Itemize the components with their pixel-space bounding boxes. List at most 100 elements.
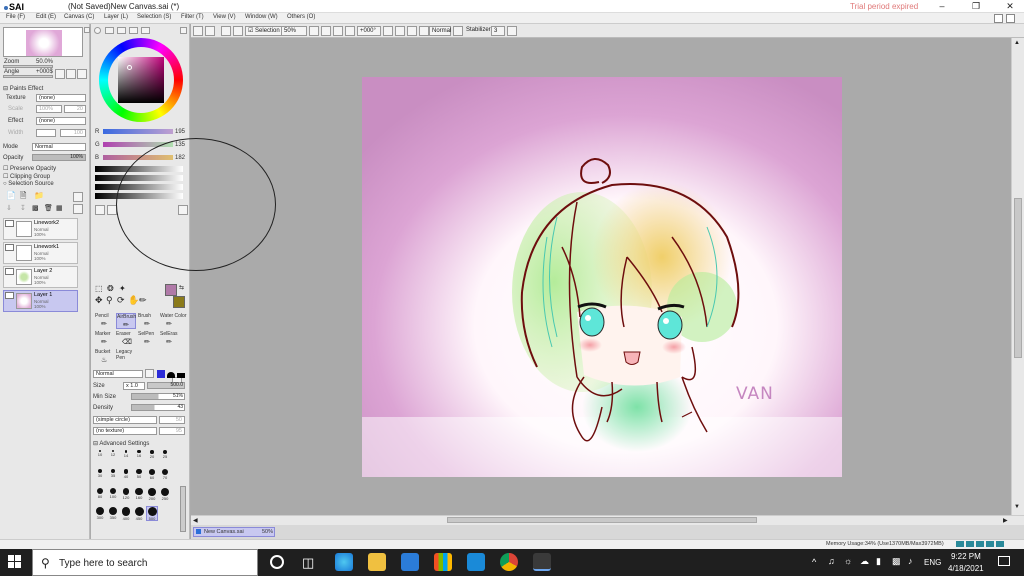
secondary-color-swatch[interactable] [173, 296, 185, 308]
tray-expand-icon[interactable]: ^ [812, 557, 816, 567]
close-doc-icon[interactable] [1006, 14, 1015, 23]
wifi-icon[interactable]: ☼ [844, 556, 852, 566]
move-icon[interactable]: ✥ [95, 295, 103, 306]
swatches-tab-icon[interactable] [129, 27, 138, 34]
layer-item-layer1[interactable]: Layer 1 Normal 100% [3, 290, 78, 312]
clock-time[interactable]: 9:22 PM [951, 552, 981, 561]
new-linework-icon[interactable]: 🗎 [20, 192, 30, 202]
clipping-group-checkbox[interactable]: ☐ Clipping Group [3, 173, 50, 180]
restore-icon[interactable] [994, 14, 1003, 23]
menu-filter[interactable]: Filter (T) [181, 14, 204, 20]
rotate-tool-icon[interactable]: ⟳ [117, 295, 125, 306]
preserve-opacity-checkbox[interactable]: ☐ Preserve Opacity [3, 165, 56, 172]
nav-rotate-icon[interactable] [66, 69, 76, 79]
brush-preset[interactable]: 30 [95, 469, 105, 482]
layer-item-linework2[interactable]: Linework2 Normal 100% [3, 218, 78, 240]
windows-start-icon[interactable] [8, 555, 22, 569]
color-panel-pin-icon[interactable] [180, 27, 187, 34]
brush-preset[interactable]: 200 [147, 488, 157, 501]
effect-select[interactable]: (none) [36, 117, 86, 125]
brush-preset[interactable]: 450 [134, 507, 144, 521]
taskbar-search[interactable]: ⚲ Type here to search [32, 549, 258, 576]
menu-edit[interactable]: Edit (E) [36, 14, 56, 20]
brush-preset[interactable]: 80 [95, 488, 105, 501]
primary-color-swatch[interactable] [165, 284, 177, 296]
selection-toggle[interactable]: ☑ Selection [245, 26, 283, 36]
brush-preset[interactable]: 60 [147, 469, 157, 482]
magic-wand-icon[interactable]: ✦ [119, 284, 126, 293]
color-wheel-tab-icon[interactable] [94, 27, 101, 34]
stabilizer-icon[interactable] [453, 26, 463, 36]
new-folder-icon[interactable]: 📁 [34, 192, 44, 202]
brush-preset[interactable]: 120 [121, 488, 131, 501]
cloud-icon[interactable]: ☁ [860, 556, 869, 567]
r-slider[interactable] [103, 129, 173, 134]
hsv-tab-icon[interactable] [117, 27, 126, 34]
swatch-add-icon[interactable] [95, 205, 105, 215]
scroll-down-icon[interactable]: ▼ [1014, 504, 1020, 510]
brush-shape-2-icon[interactable] [167, 372, 175, 378]
layer-grid-icon[interactable]: ▦ [56, 204, 66, 214]
brush-preset[interactable]: 35 [108, 469, 118, 482]
zoom-slider[interactable] [3, 65, 53, 68]
new-layer-icon[interactable]: 📄 [6, 192, 16, 202]
navigator-preview[interactable] [3, 27, 83, 57]
brush-blend-select[interactable]: Normal [93, 370, 143, 378]
task-view-icon[interactable]: ◫ [302, 555, 314, 571]
tool-brush[interactable]: Brush ✏ [138, 313, 158, 329]
brush-preset[interactable]: 10 [95, 450, 105, 463]
nav-zoom-icon[interactable] [55, 69, 65, 79]
zoom-select[interactable]: 50% [281, 26, 307, 36]
brush-preset[interactable]: 40 [121, 469, 131, 482]
tool-legacy-pen[interactable]: Legacy Pen [116, 349, 136, 365]
invert-selection-icon[interactable] [233, 26, 243, 36]
document-tab[interactable]: New Canvas.sai 50% [193, 527, 275, 537]
rgb-tab-icon[interactable] [105, 27, 114, 34]
scroll-right-icon[interactable]: ▶ [1003, 517, 1008, 524]
brush-preset[interactable]: 25 [160, 450, 170, 463]
merge-down-icon[interactable]: ↧ [20, 204, 30, 214]
edge-icon[interactable] [335, 553, 353, 571]
scale-field[interactable]: 100% [36, 105, 62, 113]
clock-date[interactable]: 4/18/2021 [948, 564, 984, 573]
clear-layer-icon[interactable]: ▩ [32, 204, 42, 214]
zoom-reset-icon[interactable] [333, 26, 343, 36]
brush-preset[interactable]: 14 [121, 450, 131, 463]
brush-preset[interactable]: 400 [121, 507, 131, 521]
width-num-field[interactable]: 100 [60, 129, 86, 137]
tool-watercolor[interactable]: Water Color ✏ [160, 313, 187, 329]
preset-scrollbar[interactable] [180, 486, 186, 532]
min-size-slider[interactable]: 51% [131, 393, 185, 400]
color-wheel[interactable] [99, 38, 183, 122]
rotate-right-icon[interactable] [395, 26, 405, 36]
brush-preset[interactable]: 50 [134, 469, 144, 482]
hand-icon[interactable]: ✋ [128, 295, 139, 306]
zoom-out-icon[interactable] [309, 26, 319, 36]
eye-icon[interactable] [5, 268, 14, 275]
brush-blend-dropdown-icon[interactable] [145, 369, 154, 378]
tool-seleras[interactable]: SelEras ✏ [160, 331, 182, 347]
eye-icon[interactable] [5, 244, 14, 251]
menu-layer[interactable]: Layer (L) [104, 14, 128, 20]
brush-preset[interactable]: 500 [146, 506, 158, 521]
menu-view[interactable]: View (V) [213, 14, 236, 20]
lasso-icon[interactable]: ❂ [107, 284, 114, 293]
zoom-in-icon[interactable] [321, 26, 331, 36]
scroll-up-icon[interactable]: ▲ [1014, 40, 1020, 46]
vertical-scroll-thumb[interactable] [1014, 198, 1022, 358]
chrome-icon[interactable] [500, 553, 518, 571]
tool-pencil[interactable]: Pencil ✏ [95, 313, 115, 329]
brush-preset[interactable]: 20 [147, 450, 157, 463]
layer-extra-icon[interactable] [73, 204, 83, 214]
stabilizer-select[interactable]: 3 [491, 26, 505, 36]
saturation-value-square[interactable] [118, 57, 164, 103]
tool-marker[interactable]: Marker ✏ [95, 331, 115, 347]
layer-item-layer2[interactable]: Layer 2 Normal 100% [3, 266, 78, 288]
file-explorer-icon[interactable] [368, 553, 386, 571]
canvas[interactable]: VAN [362, 77, 842, 477]
menu-selection[interactable]: Selection (S) [137, 14, 171, 20]
mixer-tab-icon[interactable] [141, 27, 150, 34]
brush-preset[interactable]: 12 [108, 450, 118, 463]
texture-select[interactable]: (none) [36, 94, 86, 102]
brush-preset[interactable]: 250 [160, 488, 170, 501]
